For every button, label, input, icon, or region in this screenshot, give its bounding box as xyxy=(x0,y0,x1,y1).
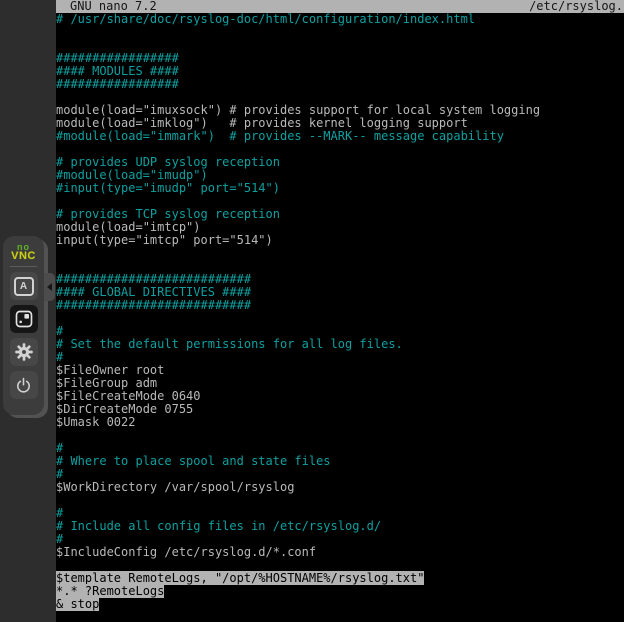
novnc-control-bar: no VNC A xyxy=(3,236,44,415)
control-bar-handle[interactable] xyxy=(44,273,55,301)
power-icon xyxy=(14,376,33,395)
editor-line: $IncludeConfig /etc/rsyslog.d/*.conf xyxy=(56,546,624,559)
gear-icon xyxy=(14,342,34,362)
editor-line: $WorkDirectory /var/spool/rsyslog xyxy=(56,481,624,494)
editor-line: # Include all config files in /etc/rsysl… xyxy=(56,520,624,533)
editor-line: # Where to place spool and state files xyxy=(56,455,624,468)
editor-line: ################# xyxy=(56,78,624,91)
keyboard-a-label: A xyxy=(20,281,27,292)
editor-line: # Set the default permissions for all lo… xyxy=(56,338,624,351)
editor-line: $Umask 0022 xyxy=(56,416,624,429)
keyboard-button[interactable]: A xyxy=(10,272,38,300)
editor-line xyxy=(56,247,624,260)
novnc-logo: no VNC xyxy=(3,236,44,261)
fullscreen-button[interactable] xyxy=(10,305,38,333)
editor-line: ########################### xyxy=(56,299,624,312)
editor-line xyxy=(56,26,624,39)
nano-filename-label: /etc/rsyslog. xyxy=(529,0,624,13)
editor-line: $DirCreateMode 0755 xyxy=(56,403,624,416)
keyboard-a-icon: A xyxy=(14,277,34,296)
editor-line xyxy=(56,312,624,325)
editor-line: & stop xyxy=(56,598,624,611)
fullscreen-icon xyxy=(14,309,34,329)
novnc-logo-vnc: VNC xyxy=(3,252,44,261)
editor-line xyxy=(56,429,624,442)
power-button[interactable] xyxy=(10,371,38,399)
editor-line: # /usr/share/doc/rsyslog-doc/html/config… xyxy=(56,13,624,26)
editor-line xyxy=(56,494,624,507)
desktop: GNU nano 7.2 /etc/rsyslog. # /usr/share/… xyxy=(0,0,624,622)
collapse-arrow-icon xyxy=(47,283,52,291)
divider xyxy=(10,266,37,267)
vnc-terminal-screen[interactable]: GNU nano 7.2 /etc/rsyslog. # /usr/share/… xyxy=(56,0,624,622)
settings-button[interactable] xyxy=(10,338,38,366)
editor-content: # /usr/share/doc/rsyslog-doc/html/config… xyxy=(56,13,624,611)
editor-line: #input(type="imudp" port="514") xyxy=(56,182,624,195)
editor-line: *.* ?RemoteLogs xyxy=(56,585,624,598)
editor-line: input(type="imtcp" port="514") xyxy=(56,234,624,247)
editor-line: #module(load="immark") # provides --MARK… xyxy=(56,130,624,143)
